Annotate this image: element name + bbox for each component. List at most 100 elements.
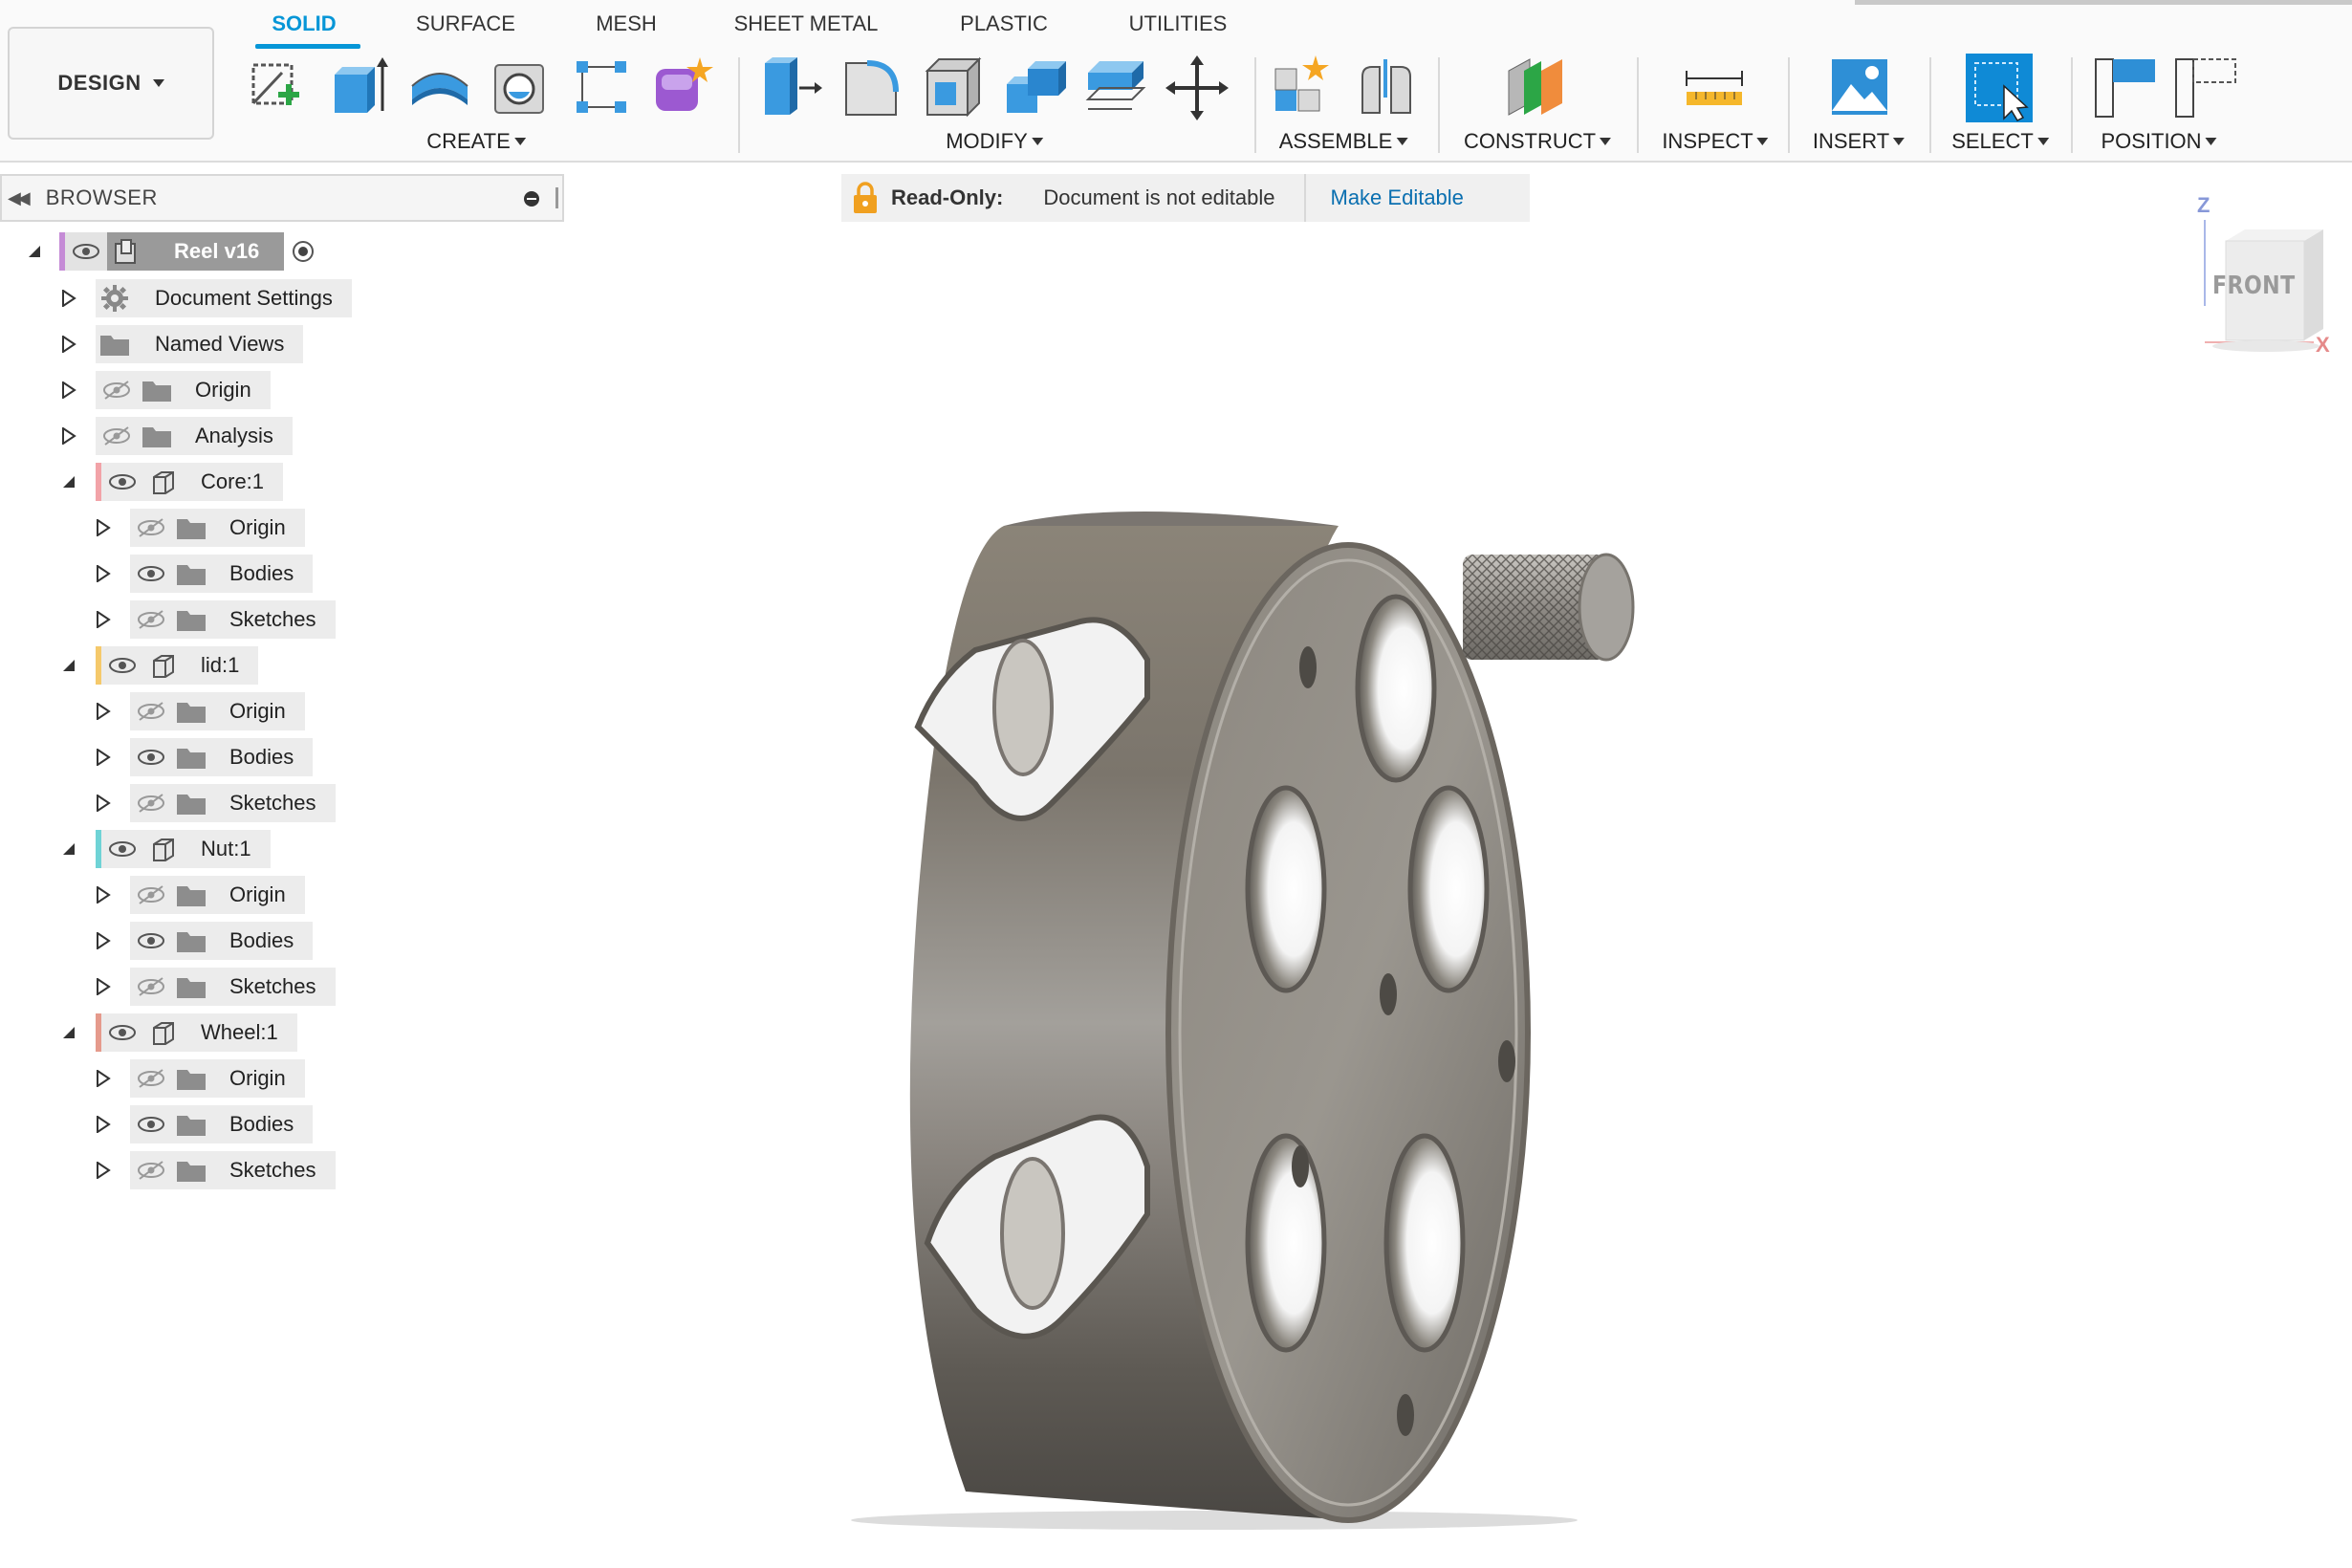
select-menu[interactable]: SELECT — [1951, 129, 2049, 154]
fillet-icon[interactable] — [838, 54, 905, 122]
browser-folder-row[interactable]: Bodies — [90, 555, 314, 593]
collapse-triangle-icon[interactable] — [21, 232, 48, 271]
assemble-menu[interactable]: ASSEMBLE — [1279, 129, 1408, 154]
browser-folder-row[interactable]: Origin — [90, 1059, 305, 1098]
insert-menu[interactable]: INSERT — [1813, 129, 1906, 154]
hidden-eye-icon[interactable] — [96, 371, 138, 409]
hidden-eye-icon[interactable] — [130, 968, 172, 1006]
expand-triangle-icon[interactable] — [90, 738, 117, 776]
expand-triangle-icon[interactable] — [90, 876, 117, 914]
shell-icon[interactable] — [920, 54, 987, 122]
tab-utilities[interactable]: UTILITIES — [1129, 11, 1228, 36]
browser-item-origin[interactable]: Origin — [55, 371, 271, 409]
visibility-eye-icon[interactable] — [130, 922, 172, 960]
collapse-panel-icon[interactable]: ◀◀ — [8, 188, 31, 208]
revert-position-icon[interactable] — [2172, 54, 2239, 122]
extrude-icon[interactable] — [325, 54, 392, 122]
joint-icon[interactable] — [1353, 54, 1420, 122]
browser-component-row[interactable]: lid:1 — [55, 646, 259, 685]
pin-panel-icon[interactable] — [524, 191, 539, 207]
modify-menu[interactable]: MODIFY — [946, 129, 1043, 154]
expand-triangle-icon[interactable] — [90, 1059, 117, 1098]
view-cube[interactable]: FRONT Z X — [2170, 191, 2333, 363]
measure-icon[interactable] — [1681, 54, 1748, 122]
offset-plane-icon[interactable] — [1503, 54, 1570, 122]
expand-triangle-icon[interactable] — [90, 1151, 117, 1189]
hidden-eye-icon[interactable] — [130, 1059, 172, 1098]
tab-solid[interactable]: SOLID — [272, 11, 336, 36]
visibility-eye-icon[interactable] — [101, 1013, 143, 1052]
expand-triangle-icon[interactable] — [90, 1105, 117, 1143]
hidden-eye-icon[interactable] — [130, 1151, 172, 1189]
inspect-menu[interactable]: INSPECT — [1662, 129, 1769, 154]
browser-item-analysis[interactable]: Analysis — [55, 417, 293, 455]
tab-plastic[interactable]: PLASTIC — [960, 11, 1048, 36]
browser-folder-row[interactable]: Sketches — [90, 784, 336, 822]
select-icon[interactable] — [1966, 54, 2033, 122]
new-component-icon[interactable] — [1270, 54, 1337, 122]
panel-resize-handle[interactable] — [555, 187, 558, 208]
hidden-eye-icon[interactable] — [130, 509, 172, 547]
browser-folder-row[interactable]: Bodies — [90, 922, 314, 960]
expand-triangle-icon[interactable] — [90, 555, 117, 593]
collapse-triangle-icon[interactable] — [55, 830, 82, 868]
visibility-eye-icon[interactable] — [130, 738, 172, 776]
browser-folder-row[interactable]: Sketches — [90, 600, 336, 639]
expand-triangle-icon[interactable] — [90, 784, 117, 822]
hidden-eye-icon[interactable] — [130, 876, 172, 914]
position-menu[interactable]: POSITION — [2101, 129, 2217, 154]
browser-folder-row[interactable]: Origin — [90, 692, 305, 730]
visibility-eye-icon[interactable] — [65, 232, 107, 271]
hidden-eye-icon[interactable] — [130, 600, 172, 639]
browser-folder-row[interactable]: Origin — [90, 876, 305, 914]
browser-folder-row[interactable]: Sketches — [90, 1151, 336, 1189]
hidden-eye-icon[interactable] — [130, 784, 172, 822]
tab-surface[interactable]: SURFACE — [416, 11, 515, 36]
visibility-eye-icon[interactable] — [101, 463, 143, 501]
construct-menu[interactable]: CONSTRUCT — [1464, 129, 1612, 154]
expand-triangle-icon[interactable] — [55, 325, 82, 363]
design-workspace-dropdown[interactable]: DESIGN — [8, 27, 214, 140]
expand-triangle-icon[interactable] — [55, 417, 82, 455]
visibility-eye-icon[interactable] — [130, 1105, 172, 1143]
browser-folder-row[interactable]: Bodies — [90, 1105, 314, 1143]
hidden-eye-icon[interactable] — [96, 417, 138, 455]
move-icon[interactable] — [1164, 54, 1230, 122]
activate-radio-icon[interactable] — [284, 232, 322, 271]
browser-root-row[interactable]: Reel v16 — [21, 232, 322, 271]
browser-folder-row[interactable]: Sketches — [90, 968, 336, 1006]
press-pull-icon[interactable] — [757, 54, 824, 122]
collapse-triangle-icon[interactable] — [55, 1013, 82, 1052]
insert-image-icon[interactable] — [1826, 54, 1893, 122]
expand-triangle-icon[interactable] — [90, 968, 117, 1006]
visibility-eye-icon[interactable] — [101, 830, 143, 868]
expand-triangle-icon[interactable] — [55, 279, 82, 317]
tab-sheet-metal[interactable]: SHEET METAL — [734, 11, 879, 36]
capture-position-icon[interactable] — [2094, 54, 2161, 122]
hole-icon[interactable] — [488, 54, 555, 122]
visibility-eye-icon[interactable] — [101, 646, 143, 685]
hidden-eye-icon[interactable] — [130, 692, 172, 730]
revolve-icon[interactable] — [406, 54, 473, 122]
visibility-eye-icon[interactable] — [130, 555, 172, 593]
expand-triangle-icon[interactable] — [90, 600, 117, 639]
create-form-icon[interactable] — [650, 54, 717, 122]
combine-icon[interactable] — [1001, 54, 1068, 122]
expand-triangle-icon[interactable] — [90, 509, 117, 547]
browser-component-row[interactable]: Nut:1 — [55, 830, 271, 868]
browser-folder-row[interactable]: Origin — [90, 509, 305, 547]
view-cube-face-label[interactable]: FRONT — [2212, 272, 2296, 300]
tab-mesh[interactable]: MESH — [596, 11, 657, 36]
browser-component-row[interactable]: Wheel:1 — [55, 1013, 297, 1052]
rectangular-pattern-icon[interactable] — [569, 54, 636, 122]
expand-triangle-icon[interactable] — [90, 692, 117, 730]
browser-item-named-views[interactable]: Named Views — [55, 325, 304, 363]
replace-face-icon[interactable] — [1082, 54, 1149, 122]
viewport-model[interactable] — [803, 421, 1644, 1549]
expand-triangle-icon[interactable] — [90, 922, 117, 960]
create-menu[interactable]: CREATE — [426, 129, 526, 154]
create-sketch-icon[interactable] — [244, 54, 311, 122]
collapse-triangle-icon[interactable] — [55, 646, 82, 685]
browser-item-document-settings[interactable]: Document Settings — [55, 279, 352, 317]
expand-triangle-icon[interactable] — [55, 371, 82, 409]
